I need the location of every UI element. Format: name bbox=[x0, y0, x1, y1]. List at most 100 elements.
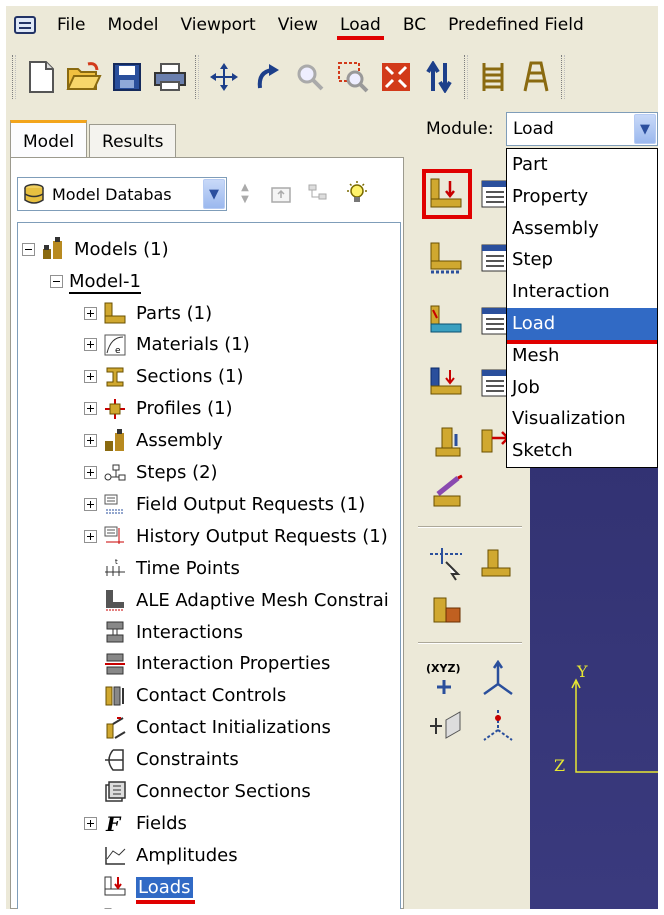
menu-file[interactable]: File bbox=[46, 10, 96, 40]
create-load-case-icon[interactable] bbox=[428, 364, 466, 402]
menu-predefined-field[interactable]: Predefined Field bbox=[437, 10, 595, 40]
new-file-icon[interactable] bbox=[23, 59, 59, 95]
tree-node-contact-controls[interactable]: Contact Controls bbox=[84, 680, 286, 712]
create-bc-icon[interactable] bbox=[428, 239, 466, 277]
tree-node-assembly[interactable]: Assembly bbox=[84, 425, 223, 457]
amplitudes-icon bbox=[103, 843, 127, 867]
module-select[interactable]: Load ▼ bbox=[506, 112, 658, 146]
menu-viewport[interactable]: Viewport bbox=[170, 10, 267, 40]
module-option-step[interactable]: Step bbox=[507, 244, 657, 276]
expand-toggle[interactable] bbox=[84, 434, 97, 448]
chevron-down-icon[interactable]: ▼ bbox=[203, 179, 225, 209]
pan-icon[interactable] bbox=[206, 59, 242, 95]
module-option-assembly[interactable]: Assembly bbox=[507, 213, 657, 245]
menu-view[interactable]: View bbox=[267, 10, 329, 40]
expand-toggle[interactable] bbox=[84, 466, 97, 479]
svg-text:F: F bbox=[105, 812, 122, 835]
expand-toggle[interactable] bbox=[84, 402, 97, 416]
tree-label: Steps (2) bbox=[136, 462, 218, 483]
module-label: Module: bbox=[426, 119, 494, 139]
edit-field-icon[interactable] bbox=[430, 474, 468, 512]
main-toolbar bbox=[6, 46, 658, 108]
box-zoom-icon[interactable] bbox=[335, 59, 371, 95]
tree-node-steps-2[interactable]: Steps (2) bbox=[84, 457, 218, 489]
filter-tree-icon[interactable] bbox=[307, 182, 331, 206]
contact-controls-icon bbox=[103, 684, 127, 708]
tree-label: Loads bbox=[136, 876, 195, 904]
tree-node-connector-sections[interactable]: Connector Sections bbox=[84, 776, 311, 808]
datum-csys-icon[interactable]: (XYZ) bbox=[424, 660, 462, 698]
tree-node-parts-1[interactable]: Parts (1) bbox=[84, 297, 212, 329]
tree-node-interactions[interactable]: Interactions bbox=[84, 616, 243, 648]
tree-node-history-output-requests-1[interactable]: History Output Requests (1) bbox=[84, 520, 388, 552]
expand-toggle[interactable] bbox=[84, 497, 97, 511]
tab-model[interactable]: Model bbox=[10, 120, 88, 158]
lightbulb-icon[interactable] bbox=[345, 181, 369, 207]
create-load-icon[interactable] bbox=[428, 175, 466, 213]
load-manager-icon[interactable] bbox=[518, 59, 554, 95]
model-tree: Models (1) Model-1 Parts (1) e Materials (… bbox=[17, 222, 401, 909]
parent-folder-icon[interactable] bbox=[269, 182, 293, 206]
tree-node-models[interactable]: Models (1) bbox=[22, 233, 169, 265]
tree-node-amplitudes[interactable]: Amplitudes bbox=[84, 839, 238, 871]
expand-toggle[interactable] bbox=[84, 529, 97, 543]
model-results-tabs: Model Results bbox=[10, 118, 178, 158]
rotate-icon[interactable] bbox=[249, 59, 285, 95]
module-option-visualization[interactable]: Visualization bbox=[507, 403, 657, 435]
app-menu-icon[interactable] bbox=[14, 16, 36, 34]
tree-node-constraints[interactable]: Constraints bbox=[84, 744, 239, 776]
module-option-job[interactable]: Job bbox=[507, 372, 657, 404]
datum-point-icon[interactable] bbox=[480, 708, 518, 746]
module-option-mesh[interactable]: Mesh bbox=[507, 340, 657, 372]
expand-toggle[interactable] bbox=[84, 816, 97, 830]
auto-fit-icon[interactable] bbox=[378, 59, 414, 95]
collapse-toggle[interactable] bbox=[50, 274, 63, 288]
cycle-views-icon[interactable] bbox=[421, 59, 457, 95]
create-field-icon[interactable] bbox=[430, 424, 468, 462]
tree-node-bcs[interactable]: BCs bbox=[84, 903, 170, 909]
tree-node-ale-adaptive-mesh-constrai[interactable]: ALE Adaptive Mesh Constrai bbox=[84, 584, 389, 616]
tree-node-contact-initializations[interactable]: Contact Initializations bbox=[84, 712, 331, 744]
module-option-property[interactable]: Property bbox=[507, 181, 657, 213]
menu-bc[interactable]: BC bbox=[392, 10, 437, 40]
menu-model[interactable]: Model bbox=[96, 10, 169, 40]
tree-node-field-output-requests-1[interactable]: Field Output Requests (1) bbox=[84, 488, 365, 520]
partition-icon[interactable] bbox=[428, 592, 466, 630]
chevron-down-icon[interactable]: ▼ bbox=[634, 114, 656, 144]
expand-toggle[interactable] bbox=[84, 370, 97, 384]
tree-node-fields[interactable]: F Fields bbox=[84, 807, 187, 839]
tree-node-model-1[interactable]: Model-1 bbox=[50, 265, 141, 297]
tree-node-sections-1[interactable]: Sections (1) bbox=[84, 361, 243, 393]
tree-label: Constraints bbox=[136, 749, 239, 771]
tree-label: Assembly bbox=[136, 430, 223, 452]
datum-axis-icon[interactable] bbox=[480, 659, 518, 698]
tree-label: Connector Sections bbox=[136, 781, 311, 802]
menu-load[interactable]: Load bbox=[329, 10, 392, 40]
expand-toggle[interactable] bbox=[84, 306, 97, 320]
tree-node-materials-1[interactable]: e Materials (1) bbox=[84, 329, 250, 361]
tree-node-time-points[interactable]: t Time Points bbox=[84, 552, 240, 584]
time-points-icon: t bbox=[103, 556, 127, 580]
tree-node-loads[interactable]: Loads bbox=[84, 871, 195, 904]
module-option-load[interactable]: Load bbox=[507, 307, 657, 344]
datum-plane-icon[interactable] bbox=[428, 708, 466, 746]
open-folder-icon[interactable] bbox=[66, 59, 102, 95]
step-manager-icon[interactable] bbox=[475, 59, 511, 95]
magnify-icon[interactable] bbox=[292, 59, 328, 95]
tab-results[interactable]: Results bbox=[89, 124, 177, 158]
collapse-toggle[interactable] bbox=[22, 242, 35, 256]
tree-node-interaction-properties[interactable]: Interaction Properties bbox=[84, 648, 330, 680]
create-feature-icon[interactable] bbox=[478, 544, 516, 582]
module-option-sketch[interactable]: Sketch bbox=[507, 435, 657, 467]
model-database-select[interactable]: Model Databas ▼ bbox=[17, 177, 227, 211]
save-icon[interactable] bbox=[109, 59, 145, 95]
create-predefined-field-icon[interactable] bbox=[428, 302, 466, 340]
module-option-interaction[interactable]: Interaction bbox=[507, 276, 657, 308]
tree-label: Interactions bbox=[136, 621, 244, 643]
tree-node-profiles-1[interactable]: Profiles (1) bbox=[84, 393, 233, 425]
expand-toggle[interactable] bbox=[84, 338, 97, 352]
print-icon[interactable] bbox=[152, 59, 188, 95]
module-option-part[interactable]: Part bbox=[507, 149, 657, 181]
updown-arrows-icon[interactable]: ▲ ▼ bbox=[235, 179, 255, 209]
query-point-icon[interactable] bbox=[428, 544, 466, 582]
